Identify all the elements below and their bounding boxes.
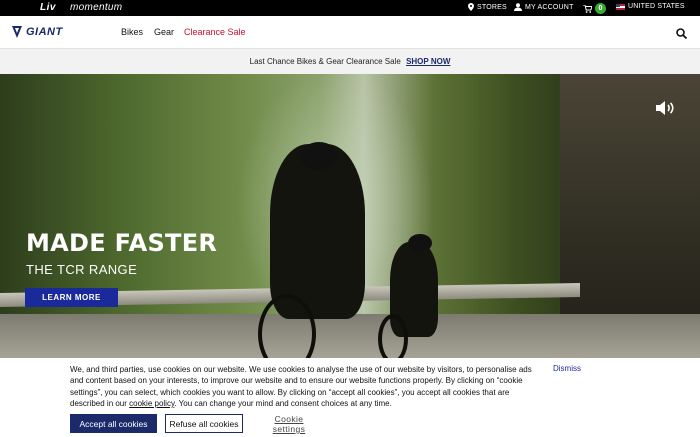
stores-link[interactable]: STORES	[468, 3, 507, 11]
giant-logo-link[interactable]: GIANT	[12, 26, 63, 38]
my-account-link[interactable]: MY ACCOUNT	[514, 3, 574, 11]
us-flag-icon	[616, 3, 625, 10]
learn-more-button[interactable]: LEARN MORE	[25, 288, 118, 307]
top-brand-bar: Liv momentum STORES MY ACCOUNT 0 UNITED …	[0, 0, 700, 16]
sound-toggle-icon[interactable]	[655, 100, 675, 121]
my-account-label: MY ACCOUNT	[525, 3, 574, 11]
hero-title: MADE FASTER	[26, 229, 218, 257]
hero-rider-second-wheel	[378, 314, 408, 358]
shop-now-link[interactable]: SHOP NOW	[406, 57, 450, 66]
giant-logo-icon	[12, 26, 22, 38]
nav-item-clearance-sale[interactable]: Clearance Sale	[184, 27, 246, 37]
nav-item-bikes[interactable]: Bikes	[121, 27, 143, 37]
promo-banner: Last Chance Bikes & Gear Clearance Sale …	[0, 49, 700, 74]
cart-icon	[583, 4, 592, 13]
cart-link[interactable]: 0	[583, 3, 606, 14]
refuse-all-cookies-button[interactable]: Refuse all cookies	[165, 414, 243, 433]
stores-label: STORES	[477, 3, 507, 11]
main-navigation: GIANT Bikes Gear Clearance Sale	[0, 16, 700, 49]
hero-road	[0, 314, 700, 358]
user-icon	[514, 3, 522, 11]
hero-rider-second-helmet	[408, 234, 432, 252]
momentum-brand-link[interactable]: momentum	[70, 2, 122, 13]
hero-rider-lead	[270, 144, 365, 319]
logo-text: GIANT	[26, 26, 63, 38]
country-selector[interactable]: UNITED STATES	[616, 3, 685, 10]
hero-rider-lead-helmet	[300, 142, 338, 170]
nav-item-gear[interactable]: Gear	[154, 27, 174, 37]
search-icon[interactable]	[676, 26, 688, 44]
cookie-message: We, and third parties, use cookies on ou…	[70, 364, 540, 409]
liv-brand-link[interactable]: Liv	[40, 2, 56, 13]
cookie-message-text-end: . You can change your mind and consent c…	[174, 398, 392, 408]
pin-icon	[468, 3, 474, 11]
cookie-policy-link[interactable]: cookie policy	[129, 399, 174, 408]
cart-count-badge: 0	[595, 3, 606, 14]
country-label: UNITED STATES	[628, 3, 685, 10]
dismiss-button[interactable]: Dismiss	[553, 364, 581, 373]
accept-all-cookies-button[interactable]: Accept all cookies	[70, 414, 157, 433]
cookie-banner: We, and third parties, use cookies on ou…	[0, 358, 700, 437]
promo-text: Last Chance Bikes & Gear Clearance Sale	[249, 57, 401, 66]
hero-banner: MADE FASTER THE TCR RANGE LEARN MORE	[0, 74, 700, 358]
hero-subtitle: THE TCR RANGE	[26, 262, 138, 277]
cookie-settings-button[interactable]: Cookie settings	[257, 414, 321, 434]
